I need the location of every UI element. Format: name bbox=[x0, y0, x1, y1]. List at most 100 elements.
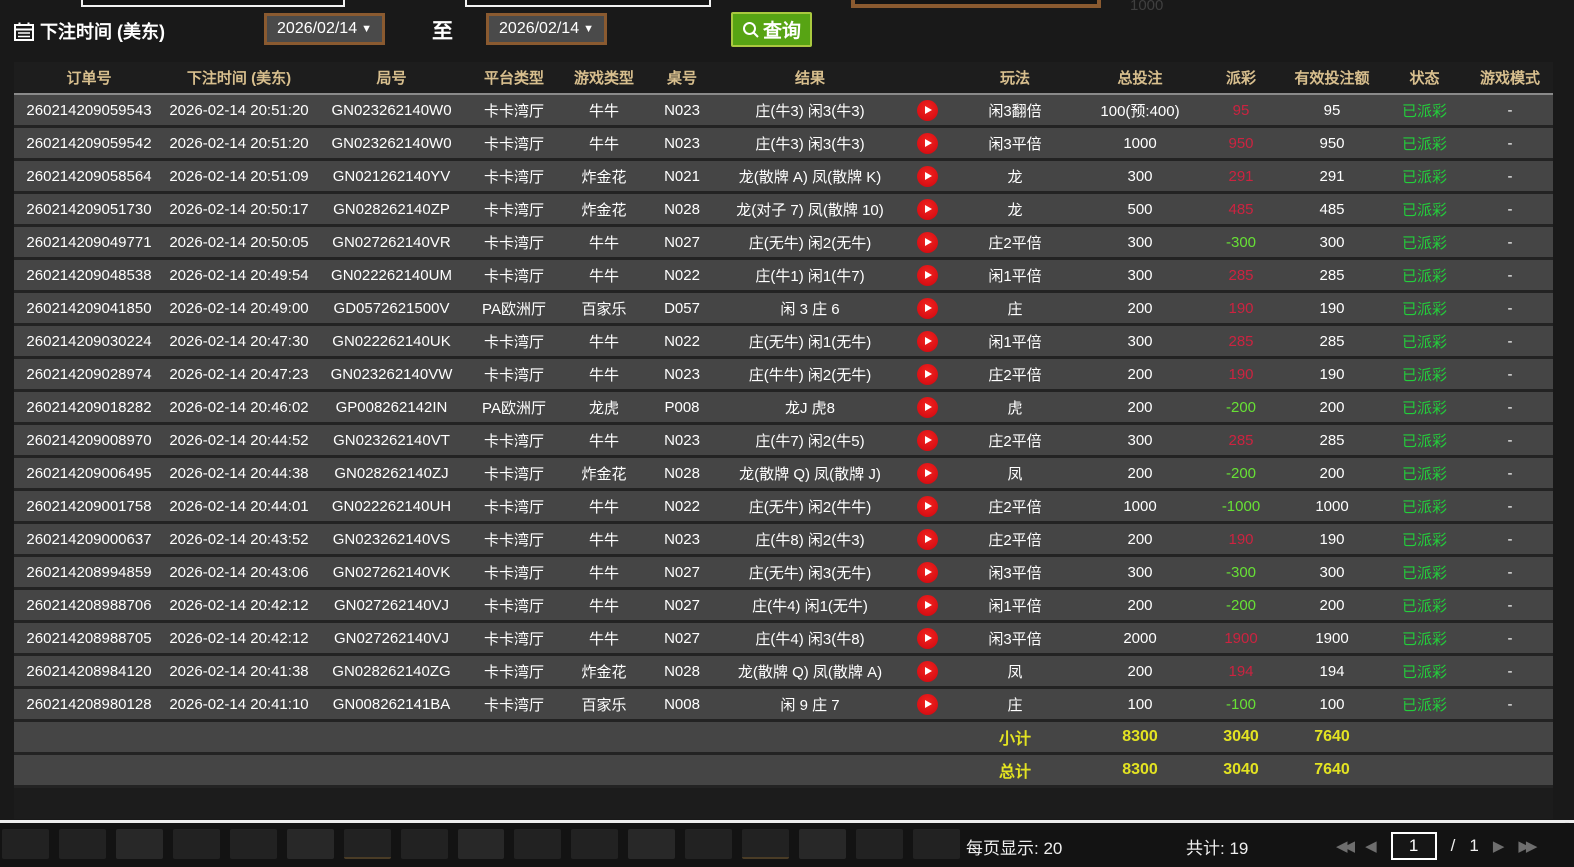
cell-result: 龙(散牌 Q) 凤(散牌 A) bbox=[715, 656, 905, 686]
search-icon bbox=[742, 21, 760, 39]
cell-order: 260214209001758 bbox=[14, 491, 164, 521]
cell-mode: - bbox=[1467, 128, 1553, 158]
cell-status: 已派彩 bbox=[1382, 623, 1467, 653]
play-video-icon[interactable] bbox=[905, 194, 950, 224]
prev-page-icon[interactable]: ◀ bbox=[1365, 837, 1377, 855]
cell-order: 260214209006495 bbox=[14, 458, 164, 488]
cell-game: 牛牛 bbox=[559, 524, 649, 554]
cell-mode: - bbox=[1467, 458, 1553, 488]
play-video-icon[interactable] bbox=[905, 623, 950, 653]
play-video-icon[interactable] bbox=[905, 689, 950, 719]
cell-order: 260214209051730 bbox=[14, 194, 164, 224]
cell-platform: 卡卡湾厅 bbox=[469, 590, 559, 620]
play-video-icon[interactable] bbox=[905, 161, 950, 191]
play-video-icon[interactable] bbox=[905, 260, 950, 290]
cell-table_no: N023 bbox=[649, 359, 715, 389]
cell-platform: 卡卡湾厅 bbox=[469, 656, 559, 686]
cell-status: 已派彩 bbox=[1382, 161, 1467, 191]
table-row: 2602142090182822026-02-14 20:46:02GP0082… bbox=[14, 392, 1553, 425]
cell-table_no: N022 bbox=[649, 326, 715, 356]
query-button[interactable]: 查询 bbox=[731, 12, 812, 47]
cell-order: 260214208988706 bbox=[14, 590, 164, 620]
next-page-icon[interactable]: ▶ bbox=[1493, 837, 1505, 855]
total-row: 总计 8300 3040 7640 bbox=[14, 755, 1553, 788]
play-video-icon[interactable] bbox=[905, 656, 950, 686]
cell-time: 2026-02-14 20:41:38 bbox=[164, 656, 314, 686]
cell-round: GN022262140UM bbox=[314, 260, 469, 290]
play-video-icon[interactable] bbox=[905, 293, 950, 323]
cell-valid: 190 bbox=[1282, 293, 1382, 323]
date-from-select[interactable]: 2026/02/14 ▼ bbox=[264, 13, 385, 45]
cell-round: GN022262140UH bbox=[314, 491, 469, 521]
cell-platform: 卡卡湾厅 bbox=[469, 491, 559, 521]
play-video-icon[interactable] bbox=[905, 458, 950, 488]
play-video-icon[interactable] bbox=[905, 128, 950, 158]
cell-table_no: N027 bbox=[649, 227, 715, 257]
cell-table_no: N027 bbox=[649, 557, 715, 587]
table-row: 2602142089948592026-02-14 20:43:06GN0272… bbox=[14, 557, 1553, 590]
bet-records-table: 订单号下注时间 (美东)局号平台类型游戏类型桌号结果玩法总投注派彩有效投注额状态… bbox=[14, 62, 1553, 819]
cell-status: 已派彩 bbox=[1382, 260, 1467, 290]
cell-result: 闲 3 庄 6 bbox=[715, 293, 905, 323]
cell-payout: 95 bbox=[1200, 95, 1282, 125]
dimmed-tab bbox=[628, 829, 675, 859]
cell-platform: 卡卡湾厅 bbox=[469, 161, 559, 191]
cell-payout: 950 bbox=[1200, 128, 1282, 158]
cell-time: 2026-02-14 20:49:54 bbox=[164, 260, 314, 290]
play-video-icon[interactable] bbox=[905, 227, 950, 257]
cell-status: 已派彩 bbox=[1382, 557, 1467, 587]
play-video-icon[interactable] bbox=[905, 425, 950, 455]
table-header-row: 订单号下注时间 (美东)局号平台类型游戏类型桌号结果玩法总投注派彩有效投注额状态… bbox=[14, 62, 1553, 95]
play-video-icon[interactable] bbox=[905, 590, 950, 620]
cell-payout: 285 bbox=[1200, 425, 1282, 455]
cell-result: 龙(散牌 A) 凤(散牌 K) bbox=[715, 161, 905, 191]
cell-bet: 200 bbox=[1080, 293, 1200, 323]
dimmed-tab bbox=[913, 829, 960, 859]
page-number-input[interactable] bbox=[1391, 832, 1437, 860]
cell-table_no: P008 bbox=[649, 392, 715, 422]
cell-valid: 190 bbox=[1282, 359, 1382, 389]
cell-mode: - bbox=[1467, 227, 1553, 257]
cell-play: 庄2平倍 bbox=[950, 425, 1080, 455]
play-video-icon[interactable] bbox=[905, 359, 950, 389]
cell-bet: 200 bbox=[1080, 458, 1200, 488]
cell-payout: -200 bbox=[1200, 590, 1282, 620]
play-video-icon[interactable] bbox=[905, 326, 950, 356]
table-row: 2602142090089702026-02-14 20:44:52GN0232… bbox=[14, 425, 1553, 458]
cell-order: 260214209049771 bbox=[14, 227, 164, 257]
cell-valid: 100 bbox=[1282, 689, 1382, 719]
cell-time: 2026-02-14 20:51:09 bbox=[164, 161, 314, 191]
play-video-icon[interactable] bbox=[905, 524, 950, 554]
cell-result: 庄(无牛) 闲2(无牛) bbox=[715, 227, 905, 257]
header-bet: 总投注 bbox=[1080, 62, 1200, 93]
cell-table_no: N023 bbox=[649, 524, 715, 554]
bet-time-label: 下注时间 (美东) bbox=[40, 18, 165, 44]
play-video-icon[interactable] bbox=[905, 491, 950, 521]
play-video-icon[interactable] bbox=[905, 557, 950, 587]
total-pages: 1 bbox=[1469, 836, 1478, 856]
cell-mode: - bbox=[1467, 590, 1553, 620]
play-video-icon[interactable] bbox=[905, 392, 950, 422]
last-page-icon[interactable]: ▶▶ bbox=[1518, 837, 1533, 855]
cell-result: 庄(牛8) 闲2(牛3) bbox=[715, 524, 905, 554]
cell-play: 龙 bbox=[950, 194, 1080, 224]
cell-platform: 卡卡湾厅 bbox=[469, 425, 559, 455]
dimmed-tab bbox=[344, 829, 391, 859]
table-row: 2602142090497712026-02-14 20:50:05GN0272… bbox=[14, 227, 1553, 260]
cell-mode: - bbox=[1467, 161, 1553, 191]
cell-table_no: N022 bbox=[649, 491, 715, 521]
cell-round: GN027262140VK bbox=[314, 557, 469, 587]
first-page-icon[interactable]: ◀◀ bbox=[1336, 837, 1351, 855]
cell-table_no: N023 bbox=[649, 95, 715, 125]
cell-round: GN027262140VJ bbox=[314, 590, 469, 620]
date-to-select[interactable]: 2026/02/14 ▼ bbox=[486, 13, 607, 45]
cell-valid: 950 bbox=[1282, 128, 1382, 158]
cell-mode: - bbox=[1467, 689, 1553, 719]
cell-result: 龙(对子 7) 凤(散牌 10) bbox=[715, 194, 905, 224]
cell-game: 炸金花 bbox=[559, 161, 649, 191]
cell-platform: 卡卡湾厅 bbox=[469, 557, 559, 587]
cell-bet: 300 bbox=[1080, 227, 1200, 257]
cell-platform: 卡卡湾厅 bbox=[469, 326, 559, 356]
play-video-icon[interactable] bbox=[905, 95, 950, 125]
cell-valid: 285 bbox=[1282, 326, 1382, 356]
